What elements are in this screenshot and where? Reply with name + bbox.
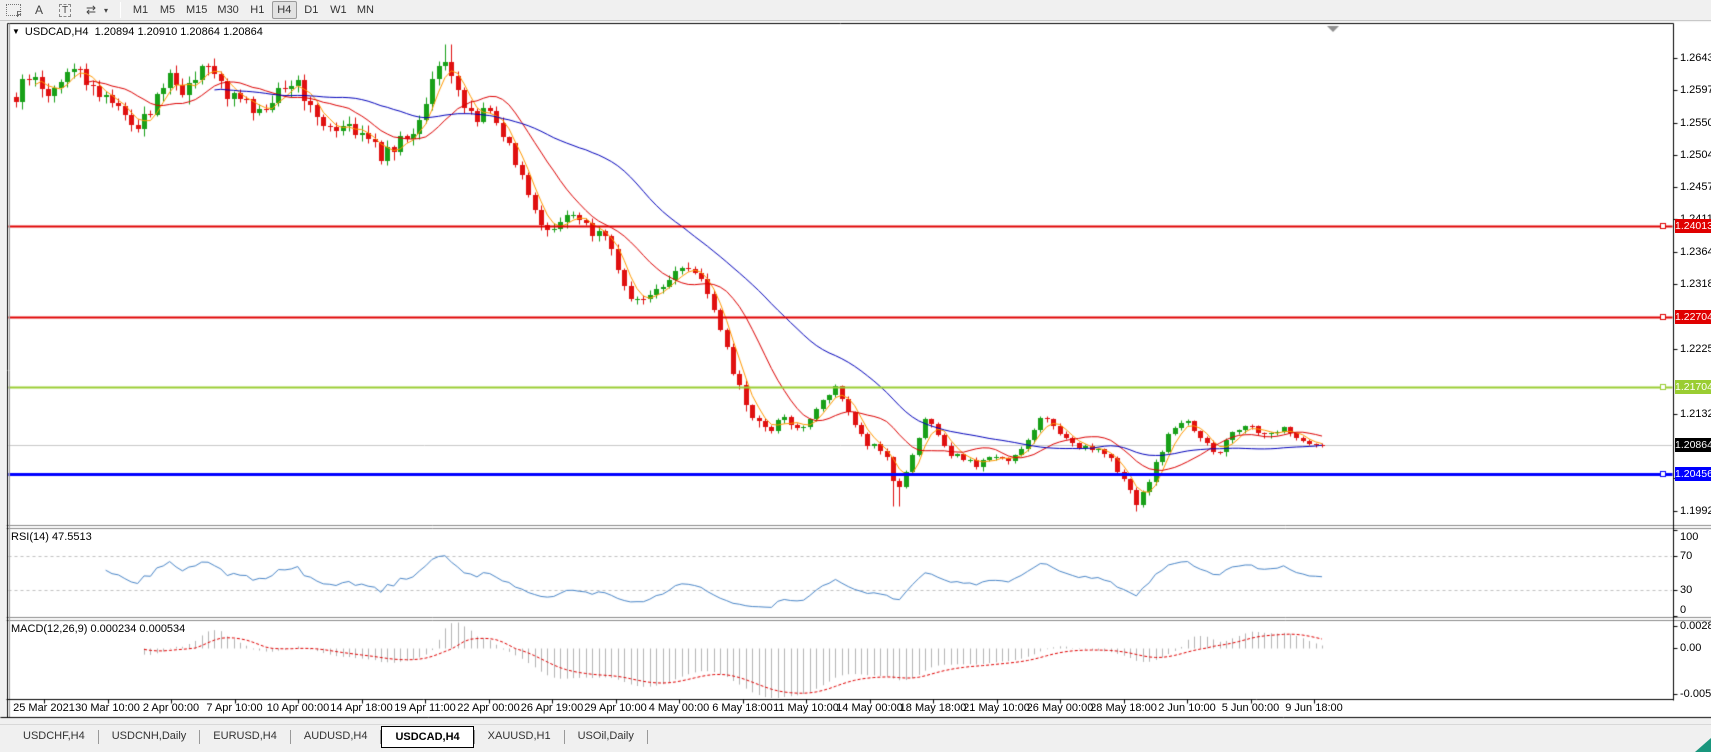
price-line-tag: 1.20456 <box>1675 467 1711 481</box>
chart-tab-xauusd[interactable]: XAUUSD,H1 <box>475 726 564 748</box>
price-axis-label: 1.26430 <box>1680 51 1711 65</box>
chart-title: ▼ USDCAD,H4 1.20894 1.20910 1.20864 1.208… <box>12 26 263 38</box>
rsi-scale-label: 0 <box>1680 604 1686 617</box>
rsi-scale-label: 100 <box>1680 531 1698 544</box>
resize-grip[interactable] <box>1695 738 1711 752</box>
dropdown-caret-icon[interactable]: ▾ <box>104 6 114 15</box>
price-axis-label: 1.21320 <box>1680 407 1711 421</box>
chart-tab-eurusd[interactable]: EURUSD,H4 <box>200 726 290 748</box>
mt4-window: F A T ⇄ ▾ M1M5M15M30H1H4D1W1MN ▼ USDCAD,H… <box>0 0 1711 752</box>
price-axis-label: 1.22250 <box>1680 342 1711 356</box>
chart-tab-usdcad[interactable]: USDCAD,H4 <box>381 726 473 748</box>
text-box-icon[interactable]: T <box>53 1 77 19</box>
timeframe-button-h4[interactable]: H4 <box>272 1 297 19</box>
price-line-tag: 1.22704 <box>1675 310 1711 324</box>
timeframe-button-d1[interactable]: D1 <box>299 1 324 19</box>
price-axis-label: 1.23640 <box>1680 245 1711 259</box>
price-line-tag: 1.20864 <box>1675 438 1711 452</box>
timeframe-button-m5[interactable]: M5 <box>155 1 180 19</box>
price-axis-label: 1.19920 <box>1680 504 1711 518</box>
date-axis-label: 9 Jun 18:00 <box>1269 702 1359 714</box>
chart-tab-usdcnh[interactable]: USDCNH,Daily <box>99 726 200 748</box>
font-a-icon[interactable]: A <box>27 1 51 19</box>
timeframe-button-w1[interactable]: W1 <box>326 1 351 19</box>
chart-tab-usdchf[interactable]: USDCHF,H4 <box>10 726 98 748</box>
chart-tab-usoil[interactable]: USOil,Daily <box>565 726 647 748</box>
macd-scale-label: 0.00 <box>1680 642 1701 655</box>
price-axis-label: 1.25040 <box>1680 148 1711 162</box>
tab-divider <box>647 730 648 744</box>
timeframe-button-m1[interactable]: M1 <box>128 1 153 19</box>
timeframe-button-mn[interactable]: MN <box>353 1 378 19</box>
price-axis-label: 1.23180 <box>1680 277 1711 291</box>
cursor-tools-icon[interactable]: ⇄ <box>79 1 103 19</box>
toolbar: F A T ⇄ ▾ M1M5M15M30H1H4D1W1MN <box>0 0 1711 21</box>
timeframe-button-h1[interactable]: H1 <box>245 1 270 19</box>
grid-f-icon[interactable]: F <box>1 1 25 19</box>
macd-pane-label: MACD(12,26,9) 0.000234 0.000534 <box>11 623 185 635</box>
rsi-pane-label: RSI(14) 47.5513 <box>11 531 92 543</box>
price-axis-label: 1.24570 <box>1680 180 1711 194</box>
price-axis-label: 1.25500 <box>1680 116 1711 130</box>
price-line-tag: 1.21704 <box>1675 380 1711 394</box>
rsi-scale-label: 70 <box>1680 550 1692 563</box>
rsi-scale-label: 30 <box>1680 584 1692 597</box>
price-axis-label: 1.25970 <box>1680 83 1711 97</box>
timeframe-button-m15[interactable]: M15 <box>182 1 211 19</box>
timeframe-buttons: M1M5M15M30H1H4D1W1MN <box>127 1 379 19</box>
chart-canvas[interactable] <box>0 0 1711 752</box>
collapse-triangle-icon[interactable]: ▼ <box>12 27 20 36</box>
macd-scale-label: 0.002807 <box>1680 620 1711 633</box>
timeframe-button-m30[interactable]: M30 <box>213 1 242 19</box>
toolbar-separator <box>120 2 121 18</box>
macd-scale-label: -0.005418 <box>1680 688 1711 701</box>
price-line-tag: 1.24013 <box>1675 219 1711 233</box>
chart-ohlc-values: 1.20894 1.20910 1.20864 1.20864 <box>95 26 263 38</box>
chart-symbol-label: USDCAD,H4 <box>25 26 89 38</box>
chart-tab-audusd[interactable]: AUDUSD,H4 <box>291 726 381 748</box>
chart-tab-bar: USDCHF,H4USDCNH,DailyEURUSD,H4AUDUSD,H4U… <box>0 724 1711 752</box>
